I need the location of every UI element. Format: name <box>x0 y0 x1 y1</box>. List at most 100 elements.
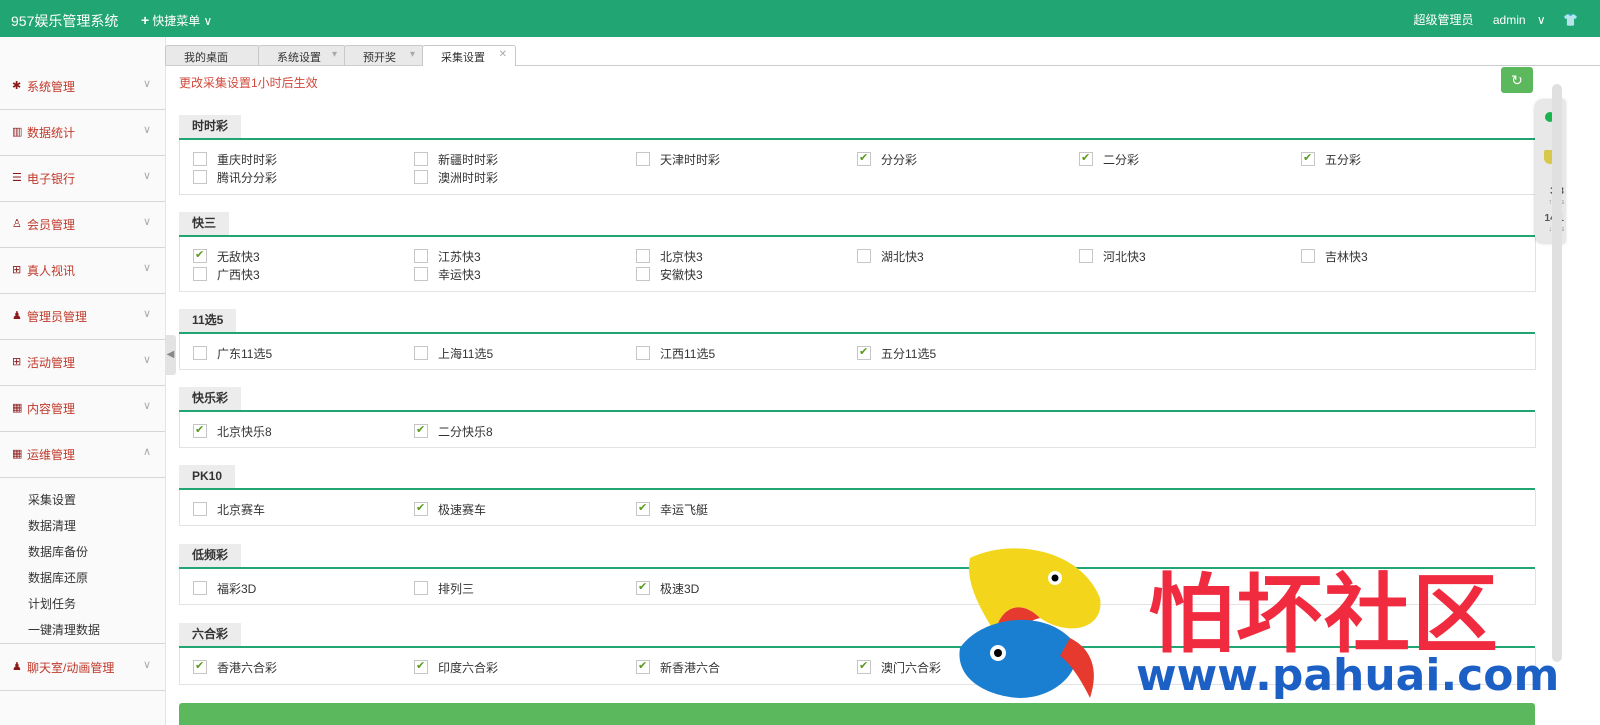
document-icon: ▦ <box>12 402 23 414</box>
option-label: 河北快3 <box>1103 250 1146 264</box>
refresh-button[interactable]: ↻ <box>1501 67 1533 93</box>
option-label: 广东11选5 <box>217 347 273 361</box>
checkbox[interactable] <box>857 151 871 166</box>
submenu-data-cleanup[interactable]: 数据清理 <box>28 517 76 534</box>
checkbox[interactable] <box>857 659 871 674</box>
section-box-ssc: 重庆时时彩 新疆时时彩 天津时时彩 分分彩 二分彩 五分彩 腾讯分分彩 澳洲时时… <box>179 140 1536 195</box>
option-label: 腾讯分分彩 <box>217 171 278 185</box>
user-icon: ♙ <box>12 218 22 230</box>
sidebar-item-system[interactable]: ✱ 系统管理 ∨ <box>0 63 165 110</box>
checkbox[interactable] <box>636 249 650 263</box>
checkbox[interactable] <box>857 249 871 263</box>
checkbox[interactable] <box>414 170 428 184</box>
checkbox[interactable] <box>414 501 428 516</box>
checkbox[interactable] <box>636 346 650 360</box>
checkbox[interactable] <box>193 346 207 360</box>
user-menu-button[interactable]: admin ∨ <box>1485 13 1546 27</box>
option-label: 北京快3 <box>660 250 703 264</box>
checkbox[interactable] <box>1079 151 1093 166</box>
skin-shirt-icon[interactable]: 👕 <box>1563 13 1578 27</box>
checkbox[interactable] <box>636 501 650 516</box>
option-label: 二分快乐8 <box>438 425 493 439</box>
sidebar-item-label: 会员管理 <box>27 218 76 232</box>
tab-label: 采集设置 <box>441 52 485 64</box>
checkbox[interactable] <box>636 267 650 281</box>
submenu-db-restore[interactable]: 数据库还原 <box>28 569 88 586</box>
sidebar-item-statistics[interactable]: ▥ 数据统计 ∨ <box>0 109 165 156</box>
checkbox[interactable] <box>414 267 428 281</box>
option-label: 广西快3 <box>217 268 260 282</box>
role-label: 超级管理员 <box>1413 13 1474 27</box>
sidebar: ✱ 系统管理 ∨ ▥ 数据统计 ∨ ☰ 电子银行 ∨ ♙ 会员管理 ∨ ⊞ 真人视讯 ∨ ♟ 管理员管… <box>0 37 166 725</box>
sidebar-item-admins[interactable]: ♟ 管理员管理 ∨ <box>0 293 165 340</box>
checkbox[interactable] <box>414 659 428 674</box>
checkbox[interactable] <box>414 581 428 595</box>
vertical-scrollbar[interactable] <box>1552 84 1562 662</box>
close-icon[interactable]: ✕ <box>499 49 507 60</box>
checkbox[interactable] <box>1301 151 1315 166</box>
checkbox[interactable] <box>636 580 650 595</box>
caret-icon[interactable]: ▾ <box>332 49 337 60</box>
sidebar-item-label: 内容管理 <box>27 402 76 416</box>
submenu-scheduled-tasks[interactable]: 计划任务 <box>28 595 76 612</box>
checkbox[interactable] <box>636 659 650 674</box>
sidebar-item-bank[interactable]: ☰ 电子银行 ∨ <box>0 155 165 202</box>
checkbox[interactable] <box>414 249 428 263</box>
sidebar-item-chat-animation[interactable]: ♟ 聊天室/动画管理 ∨ <box>0 643 165 691</box>
checkbox[interactable] <box>193 502 207 516</box>
option-label: 五分彩 <box>1325 153 1362 167</box>
checkbox[interactable] <box>636 152 650 166</box>
option-label: 分分彩 <box>881 153 918 167</box>
submenu-one-click-cleanup[interactable]: 一键清理数据 <box>28 621 100 638</box>
sidebar-item-members[interactable]: ♙ 会员管理 ∨ <box>0 201 165 248</box>
tab-pre-draw[interactable]: 预开奖 ▾ <box>344 45 424 65</box>
checkbox[interactable] <box>1079 249 1093 263</box>
checkbox[interactable] <box>1301 249 1315 263</box>
tab-system-settings[interactable]: 系统设置 ▾ <box>258 45 346 65</box>
tab-label: 系统设置 <box>277 52 321 64</box>
checkbox[interactable] <box>193 170 207 184</box>
checkbox[interactable] <box>193 423 207 438</box>
checkbox[interactable] <box>193 581 207 595</box>
section-box-k3: 无敌快3 江苏快3 北京快3 湖北快3 河北快3 吉林快3 广西快3 幸运快3 … <box>179 237 1536 292</box>
sidebar-item-content[interactable]: ▦ 内容管理 ∨ <box>0 385 165 432</box>
sidebar-item-ops[interactable]: ▦ 运维管理 ∧ <box>0 431 165 478</box>
option-label: 重庆时时彩 <box>217 153 278 167</box>
section-box-11x5: 广东11选5 上海11选5 江西11选5 五分11选5 <box>179 334 1536 370</box>
sidebar-item-label: 运维管理 <box>27 448 76 462</box>
sidebar-item-label: 管理员管理 <box>27 310 88 324</box>
tab-collect-settings[interactable]: 采集设置 ✕ <box>422 45 516 66</box>
checkbox[interactable] <box>414 152 428 166</box>
option-label: 北京快乐8 <box>217 425 272 439</box>
gift-icon: ⊞ <box>12 356 22 368</box>
sidebar-item-activities[interactable]: ⊞ 活动管理 ∨ <box>0 339 165 386</box>
chevron-down-icon: ∨ <box>142 308 151 320</box>
sidebar-item-label: 真人视讯 <box>27 264 76 278</box>
option-label: 新香港六合 <box>660 661 721 675</box>
submenu-collect-settings[interactable]: 采集设置 <box>28 491 76 508</box>
checkbox[interactable] <box>193 248 207 263</box>
sidebar-collapse-handle[interactable]: ◀ <box>165 335 176 375</box>
fish-logo-icon <box>959 548 1101 698</box>
option-label: 极速赛车 <box>438 503 487 517</box>
caret-icon[interactable]: ▾ <box>410 49 415 60</box>
quick-menu-button[interactable]: + 快捷菜单 ∨ <box>141 12 212 29</box>
tab-my-desktop[interactable]: 我的桌面 <box>165 45 260 65</box>
checkbox[interactable] <box>193 267 207 281</box>
option-label: 新疆时时彩 <box>438 153 499 167</box>
checkbox[interactable] <box>193 152 207 166</box>
submenu-db-backup[interactable]: 数据库备份 <box>28 543 88 560</box>
checkbox[interactable] <box>414 346 428 360</box>
section-title: 快乐彩 <box>179 387 242 410</box>
section-title: 11选5 <box>179 309 237 332</box>
checkbox[interactable] <box>414 423 428 438</box>
checkbox[interactable] <box>193 659 207 674</box>
option-label: 吉林快3 <box>1325 250 1368 264</box>
user-area: 超级管理员 admin ∨ 👕 <box>1406 11 1578 28</box>
checkbox[interactable] <box>857 345 871 360</box>
option-label: 天津时时彩 <box>660 153 721 167</box>
chevron-down-icon: ∨ <box>203 14 213 28</box>
section-title: 时时彩 <box>179 115 242 138</box>
sidebar-item-live-video[interactable]: ⊞ 真人视讯 ∨ <box>0 247 165 294</box>
watermark: 怕坏社区 www.pahuai.com <box>940 538 1559 708</box>
